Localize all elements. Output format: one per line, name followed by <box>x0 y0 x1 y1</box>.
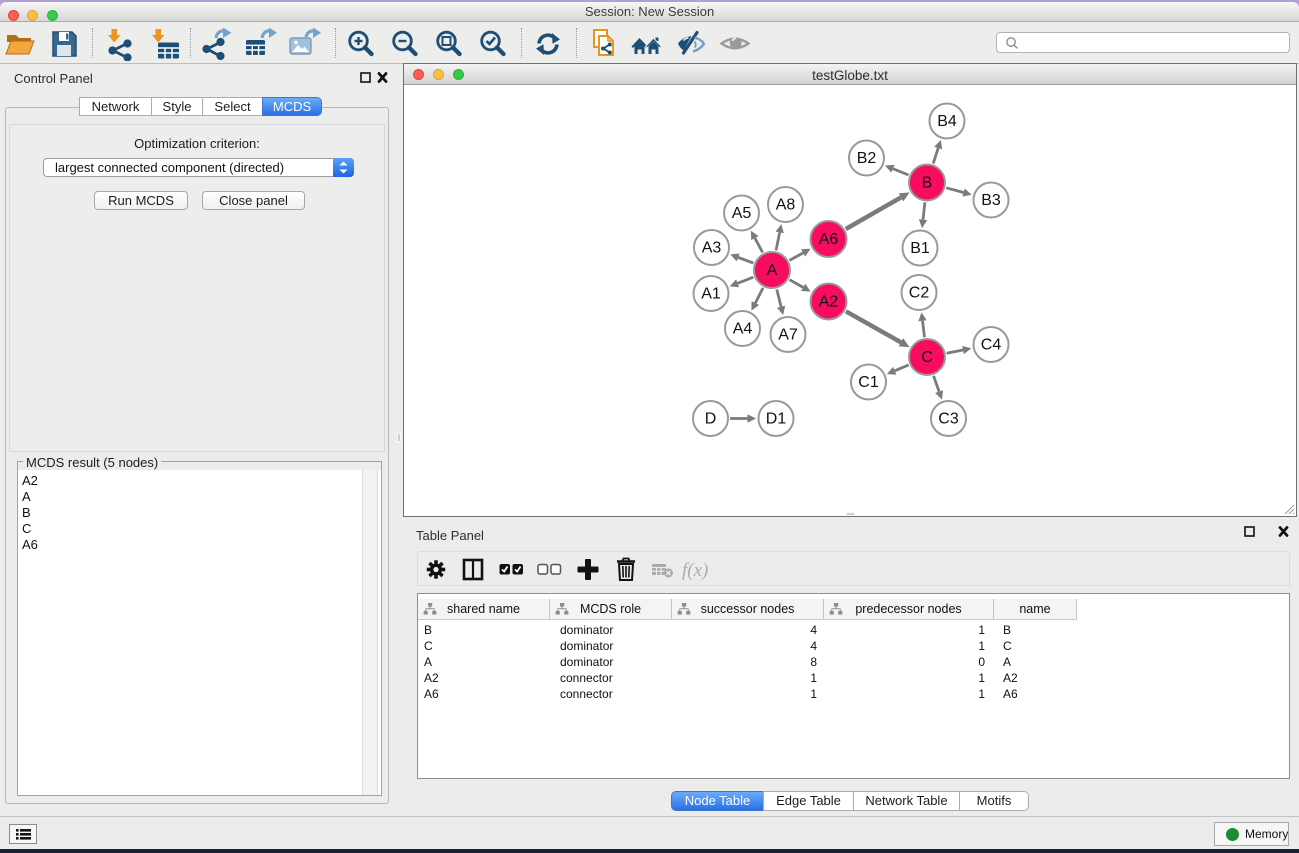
svg-text:C3: C3 <box>938 411 959 428</box>
svg-text:B4: B4 <box>937 113 957 130</box>
svg-text:A2: A2 <box>819 294 839 311</box>
svg-text:D1: D1 <box>766 411 787 428</box>
svg-text:C1: C1 <box>858 374 879 391</box>
svg-text:A1: A1 <box>701 286 721 303</box>
svg-text:D: D <box>705 411 717 428</box>
svg-text:A6: A6 <box>819 231 839 248</box>
svg-text:A4: A4 <box>733 321 753 338</box>
svg-text:A5: A5 <box>732 205 752 222</box>
svg-text:C4: C4 <box>981 337 1002 354</box>
svg-text:A3: A3 <box>702 240 722 257</box>
svg-text:B1: B1 <box>910 240 930 257</box>
svg-text:A: A <box>767 262 778 279</box>
svg-text:B3: B3 <box>981 192 1001 209</box>
svg-text:B2: B2 <box>857 150 877 167</box>
svg-text:A8: A8 <box>776 197 796 214</box>
svg-text:A7: A7 <box>778 327 798 344</box>
svg-text:C: C <box>921 349 933 366</box>
svg-text:C2: C2 <box>909 285 930 302</box>
svg-text:B: B <box>922 175 933 192</box>
svg-text:f(x): f(x) <box>682 560 708 581</box>
